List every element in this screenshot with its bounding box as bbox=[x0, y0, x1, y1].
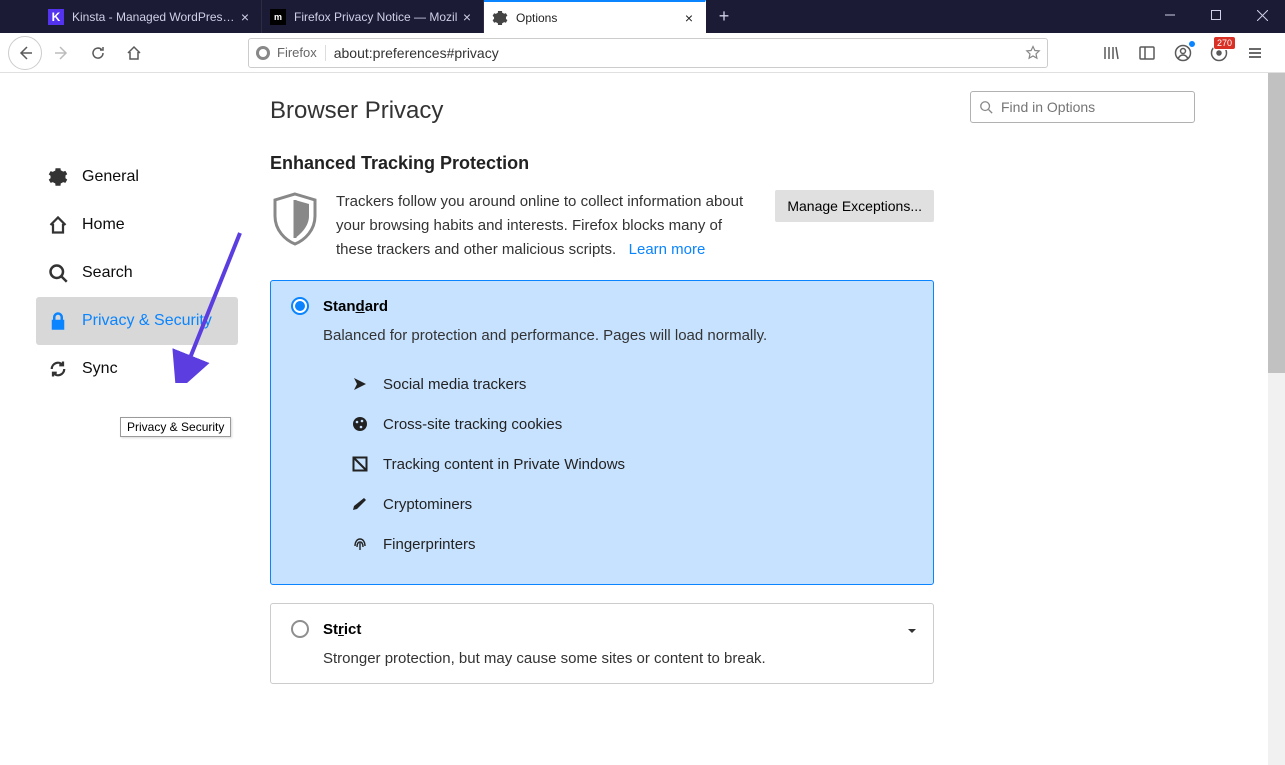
vertical-scrollbar[interactable] bbox=[1268, 73, 1285, 765]
forward-button[interactable] bbox=[46, 37, 78, 69]
gear-icon bbox=[492, 10, 508, 26]
tab-kinsta[interactable]: K Kinsta - Managed WordPress H × bbox=[40, 0, 262, 33]
close-tab-icon[interactable]: × bbox=[459, 9, 475, 25]
tab-title: Options bbox=[516, 11, 681, 25]
tab-title: Firefox Privacy Notice — Mozil bbox=[294, 10, 459, 24]
search-icon bbox=[48, 263, 68, 283]
sidebar-item-search[interactable]: Search bbox=[36, 249, 238, 297]
cryptominer-icon bbox=[351, 495, 369, 513]
identity-label: Firefox bbox=[277, 45, 317, 60]
close-window-button[interactable] bbox=[1239, 0, 1285, 30]
sidebar-label: Privacy & Security bbox=[82, 312, 212, 330]
etp-intro: Trackers follow you around online to col… bbox=[270, 190, 934, 262]
back-button[interactable] bbox=[8, 36, 42, 70]
find-input[interactable] bbox=[1001, 99, 1186, 115]
social-icon bbox=[351, 375, 369, 393]
fingerprint-icon bbox=[351, 535, 369, 553]
tab-title: Kinsta - Managed WordPress H bbox=[72, 10, 237, 24]
nav-toolbar: Firefox about:preferences#privacy 270 bbox=[0, 33, 1285, 73]
lock-icon bbox=[48, 311, 68, 331]
bookmark-star-icon[interactable] bbox=[1025, 45, 1041, 61]
option-title: Strict bbox=[323, 621, 361, 638]
scroll-thumb[interactable] bbox=[1268, 73, 1285, 373]
manage-exceptions-button[interactable]: Manage Exceptions... bbox=[775, 190, 934, 222]
sidebar-label: Search bbox=[82, 264, 133, 282]
reload-button[interactable] bbox=[82, 37, 114, 69]
sidebar-label: Sync bbox=[82, 360, 118, 378]
url-bar[interactable]: Firefox about:preferences#privacy bbox=[248, 38, 1048, 68]
identity-box[interactable]: Firefox bbox=[255, 45, 326, 61]
new-tab-button[interactable]: + bbox=[706, 0, 742, 33]
close-tab-icon[interactable]: × bbox=[681, 10, 697, 26]
account-icon[interactable] bbox=[1169, 39, 1197, 67]
radio-strict[interactable] bbox=[291, 620, 309, 638]
tracker-list: Social media trackers Cross-site trackin… bbox=[351, 364, 913, 564]
tracker-cookies: Cross-site tracking cookies bbox=[351, 404, 913, 444]
page-content: General Home Search Privacy & Security S… bbox=[0, 73, 1285, 765]
sync-icon bbox=[48, 359, 68, 379]
sidebar-item-general[interactable]: General bbox=[36, 153, 238, 201]
tracker-content: Tracking content in Private Windows bbox=[351, 444, 913, 484]
option-title: Standard bbox=[323, 298, 388, 315]
etp-description: Trackers follow you around online to col… bbox=[336, 190, 759, 262]
section-title: Enhanced Tracking Protection bbox=[270, 153, 1285, 174]
tab-strip: K Kinsta - Managed WordPress H × m Firef… bbox=[0, 0, 742, 33]
learn-more-link[interactable]: Learn more bbox=[629, 241, 706, 258]
home-icon bbox=[48, 215, 68, 235]
blocked-icon bbox=[351, 455, 369, 473]
minimize-button[interactable] bbox=[1147, 0, 1193, 30]
menu-icon[interactable] bbox=[1241, 39, 1269, 67]
tracker-crypto: Cryptominers bbox=[351, 484, 913, 524]
notification-badge: 270 bbox=[1213, 36, 1236, 50]
protection-option-strict[interactable]: Strict Stronger protection, but may caus… bbox=[270, 603, 934, 684]
notification-dot bbox=[1188, 40, 1196, 48]
option-desc: Stronger protection, but may cause some … bbox=[323, 650, 913, 667]
home-button[interactable] bbox=[118, 37, 150, 69]
cookie-icon bbox=[351, 415, 369, 433]
tracker-social: Social media trackers bbox=[351, 364, 913, 404]
sidebar-item-sync[interactable]: Sync bbox=[36, 345, 238, 393]
window-controls bbox=[1147, 0, 1285, 30]
url-text: about:preferences#privacy bbox=[334, 45, 1017, 61]
whatsnew-icon[interactable]: 270 bbox=[1205, 39, 1233, 67]
sidebar-label: General bbox=[82, 168, 139, 186]
protection-option-standard[interactable]: Standard Balanced for protection and per… bbox=[270, 280, 934, 585]
library-icon[interactable] bbox=[1097, 39, 1125, 67]
toolbar-right: 270 bbox=[1097, 39, 1277, 67]
sidebar-item-privacy[interactable]: Privacy & Security bbox=[36, 297, 238, 345]
gear-icon bbox=[48, 167, 68, 187]
search-icon bbox=[979, 100, 993, 114]
favicon-mozilla: m bbox=[270, 9, 286, 25]
tracker-fingerprint: Fingerprinters bbox=[351, 524, 913, 564]
maximize-button[interactable] bbox=[1193, 0, 1239, 30]
option-desc: Balanced for protection and performance.… bbox=[323, 327, 913, 344]
shield-icon bbox=[270, 190, 320, 246]
tab-options[interactable]: Options × bbox=[484, 0, 706, 33]
tooltip: Privacy & Security bbox=[120, 417, 231, 437]
sidebar-icon[interactable] bbox=[1133, 39, 1161, 67]
find-in-options[interactable] bbox=[970, 91, 1195, 123]
titlebar: K Kinsta - Managed WordPress H × m Firef… bbox=[0, 0, 1285, 33]
close-tab-icon[interactable]: × bbox=[237, 9, 253, 25]
radio-standard[interactable] bbox=[291, 297, 309, 315]
sidebar-item-home[interactable]: Home bbox=[36, 201, 238, 249]
firefox-logo-icon bbox=[255, 45, 271, 61]
main-pane: Browser Privacy Enhanced Tracking Protec… bbox=[240, 73, 1285, 765]
favicon-kinsta: K bbox=[48, 9, 64, 25]
sidebar-label: Home bbox=[82, 216, 125, 234]
chevron-down-icon[interactable] bbox=[905, 624, 919, 638]
tab-privacy-notice[interactable]: m Firefox Privacy Notice — Mozil × bbox=[262, 0, 484, 33]
